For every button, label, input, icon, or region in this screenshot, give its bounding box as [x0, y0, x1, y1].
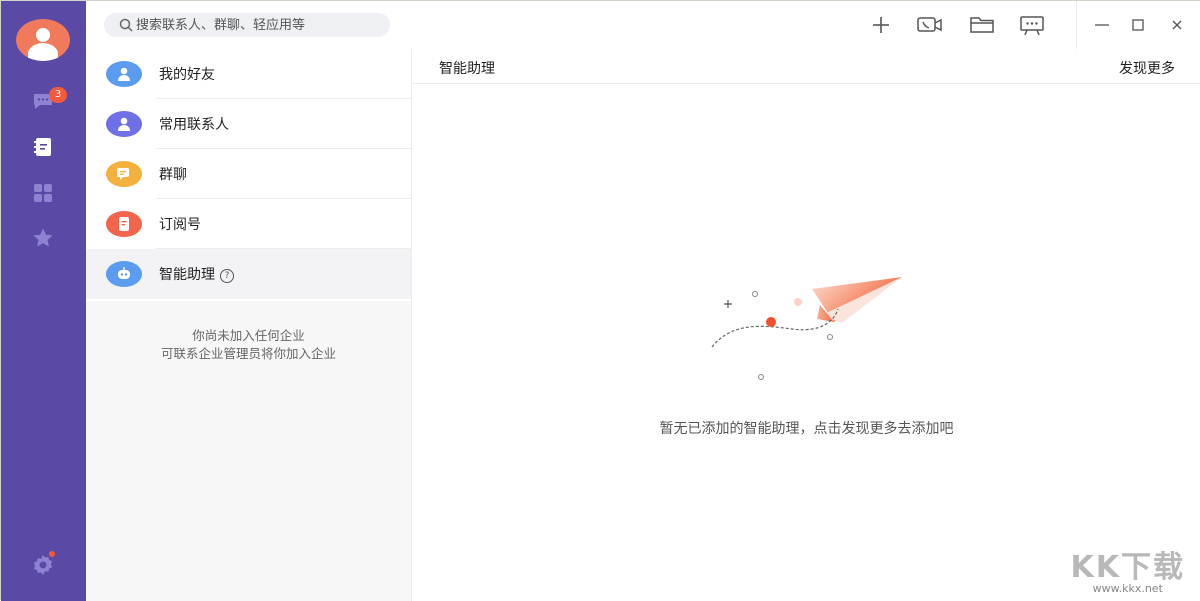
paper-plane-illustration	[711, 277, 902, 380]
toolbar-separator	[1076, 1, 1077, 49]
list-item-label: 常用联系人	[159, 117, 229, 133]
robot-icon	[106, 261, 142, 287]
maximize-icon[interactable]	[1124, 13, 1152, 37]
enterprise-note-line2: 可联系企业管理员将你加入企业	[160, 346, 336, 361]
contacts-icon[interactable]	[31, 135, 55, 159]
enterprise-empty-area: 你尚未加入任何企业 可联系企业管理员将你加入企业	[86, 301, 411, 601]
left-rail: 3	[1, 1, 86, 601]
group-chat-icon	[106, 161, 142, 187]
unread-badge: 3	[49, 87, 67, 103]
friend-icon	[106, 61, 142, 87]
app-window: 3 搜索联系人、群聊、轻应用等 我的好友 常用联系人 群聊 订阅号 智能助理 ?…	[0, 0, 1200, 601]
avatar[interactable]	[16, 19, 70, 61]
video-call-icon[interactable]	[916, 13, 944, 37]
page-title: 智能助理	[439, 61, 495, 77]
close-icon[interactable]	[1163, 13, 1191, 37]
subscription-icon	[106, 211, 142, 237]
main-panel: 智能助理 发现更多 暂无已添加的智能助理，点击发现更多去添加吧	[412, 49, 1200, 601]
list-item-label: 智能助理?	[159, 264, 234, 284]
enterprise-note-line1: 你尚未加入任何企业	[192, 328, 305, 343]
add-icon[interactable]	[867, 13, 895, 37]
main-header: 智能助理 发现更多	[412, 49, 1200, 84]
list-item-label: 群聊	[159, 167, 187, 183]
contact-category-list: 我的好友 常用联系人 群聊 订阅号 智能助理 ? 你尚未加入任何企业 可联系企业…	[86, 49, 412, 601]
folder-icon[interactable]	[968, 13, 996, 37]
list-item-friends[interactable]: 我的好友	[86, 49, 411, 99]
list-item-label: 我的好友	[159, 67, 215, 83]
search-icon	[119, 18, 133, 32]
screen-share-icon[interactable]	[1018, 13, 1046, 37]
top-bar	[86, 1, 1200, 50]
empty-state-text: 暂无已添加的智能助理，点击发现更多去添加吧	[659, 421, 954, 437]
list-item-smart-assistant[interactable]: 智能助理?	[86, 249, 411, 299]
list-item-subscriptions[interactable]: 订阅号	[86, 199, 411, 249]
star-icon[interactable]	[31, 226, 55, 250]
apps-icon[interactable]	[31, 181, 55, 205]
contact-icon	[106, 111, 142, 137]
minimize-icon[interactable]	[1088, 13, 1116, 37]
settings-notice-dot	[49, 551, 55, 557]
search-input[interactable]	[136, 16, 376, 34]
list-item-group-chats[interactable]: 群聊	[86, 149, 411, 199]
help-icon[interactable]: ?	[220, 269, 234, 283]
discover-more-link[interactable]: 发现更多	[1119, 58, 1175, 78]
search-box[interactable]	[104, 13, 390, 37]
list-item-frequent-contacts[interactable]: 常用联系人	[86, 99, 411, 149]
watermark: KK下载 www.kkx.net	[1070, 550, 1185, 595]
list-item-label: 订阅号	[159, 217, 201, 233]
